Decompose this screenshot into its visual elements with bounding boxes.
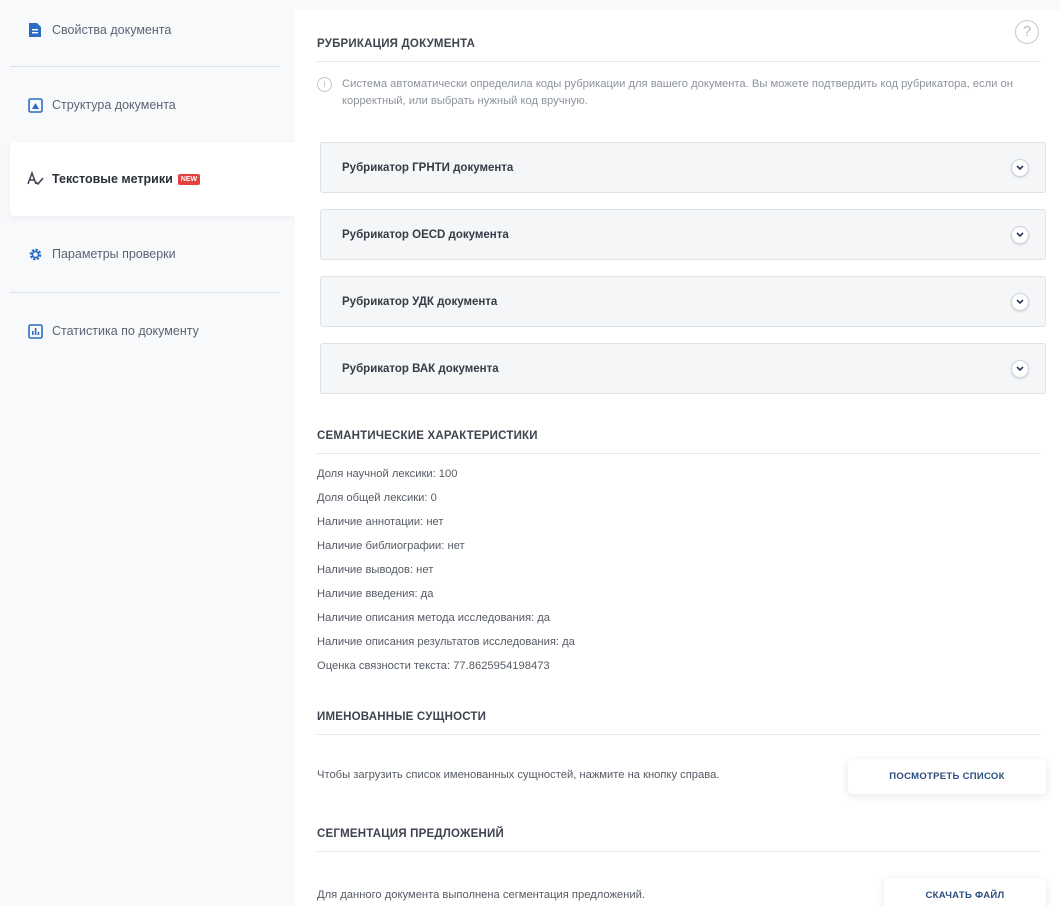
structure-icon [26,96,44,114]
bar-chart-icon [26,322,44,340]
gear-icon [26,245,44,263]
accordion-label: Рубрикатор OECD документа [342,228,509,241]
main-panel: ? РУБРИКАЦИЯ ДОКУМЕНТА i Система автомат… [295,10,1060,906]
semantic-line: Наличие аннотации: нет [317,516,444,528]
sidebar-item-check-parameters[interactable]: Параметры проверки [10,238,295,270]
info-message: i Система автоматически определила коды … [317,76,1037,110]
chevron-down-icon[interactable] [1011,226,1029,244]
sidebar-item-label: Свойства документа [52,23,172,37]
accordion-rubricator-oecd[interactable]: Рубрикатор OECD документа [320,209,1046,260]
sidebar-divider [10,292,280,293]
sidebar-item-label: Статистика по документу [52,324,199,338]
accordion-rubricator-grnti[interactable]: Рубрикатор ГРНТИ документа [320,142,1046,193]
sidebar-item-label: Структура документа [52,98,176,112]
semantic-line: Доля научной лексики: 100 [317,468,458,480]
chevron-down-icon[interactable] [1011,360,1029,378]
accordion-label: Рубрикатор УДК документа [342,295,498,308]
entities-description: Чтобы загрузить список именованных сущно… [317,769,720,781]
segmentation-description: Для данного документа выполнена сегмента… [317,889,645,901]
accordion-label: Рубрикатор ГРНТИ документа [342,161,514,174]
sidebar-item-document-statistics[interactable]: Статистика по документу [10,315,295,347]
sidebar-item-label: Текстовые метрики [52,172,173,186]
sidebar-divider [10,66,280,67]
new-badge: NEW [177,173,201,185]
semantic-line: Наличие описания метода исследования: да [317,612,550,624]
info-icon: i [317,77,332,92]
section-title-semantic: СЕМАНТИЧЕСКИЕ ХАРАКТЕРИСТИКИ [317,430,1041,454]
chevron-down-icon[interactable] [1011,159,1029,177]
accordion-rubricator-vak[interactable]: Рубрикатор ВАК документа [320,343,1046,394]
sidebar-item-text-metrics[interactable]: Текстовые метрики NEW [10,142,295,216]
section-title-entities: ИМЕНОВАННЫЕ СУЩНОСТИ [317,711,1041,735]
text-metrics-icon [26,170,44,188]
sidebar-item-document-structure[interactable]: Структура документа [10,89,295,121]
sidebar-item-label: Параметры проверки [52,247,176,261]
semantic-line: Наличие библиографии: нет [317,540,465,552]
accordion-rubricator-udk[interactable]: Рубрикатор УДК документа [320,276,1046,327]
chevron-down-icon[interactable] [1011,293,1029,311]
section-title-rubrication: РУБРИКАЦИЯ ДОКУМЕНТА [317,38,1041,62]
sidebar-item-document-properties[interactable]: Свойства документа [10,14,295,46]
sidebar: Свойства документа Структура документа Т… [0,0,295,906]
semantic-line: Наличие описания результатов исследовани… [317,636,575,648]
view-list-button[interactable]: ПОСМОТРЕТЬ СПИСОК [848,759,1046,794]
semantic-line: Оценка связности текста: 77.862595419847… [317,660,550,672]
accordion-label: Рубрикатор ВАК документа [342,362,499,375]
semantic-line: Наличие введения: да [317,588,434,600]
download-file-button[interactable]: СКАЧАТЬ ФАЙЛ [884,878,1046,906]
section-title-segmentation: СЕГМЕНТАЦИЯ ПРЕДЛОЖЕНИЙ [317,828,1041,852]
semantic-line: Наличие выводов: нет [317,564,434,576]
semantic-line: Доля общей лексики: 0 [317,492,437,504]
document-icon [26,21,44,39]
info-text: Система автоматически определила коды ру… [342,78,1013,107]
